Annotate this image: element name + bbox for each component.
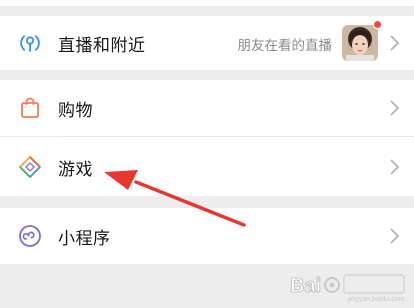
avatar [342, 25, 378, 61]
menu-item-mini-programs[interactable]: 小程序 [0, 208, 414, 264]
menu-label-shopping: 购物 [58, 101, 93, 121]
baidu-jingyan-watermark: Bai jingyan.baidu.com [290, 274, 405, 303]
chevron-right-icon [390, 159, 400, 175]
svg-text:Bai: Bai [290, 275, 321, 297]
section-gap [0, 70, 414, 80]
new-live-badge-dot [373, 20, 382, 29]
section-gap [0, 6, 414, 16]
svg-text:jingyan.baidu.com: jingyan.baidu.com [347, 296, 405, 303]
menu-item-live-nearby[interactable]: 直播和附近 朋友在看的直播 [0, 16, 414, 70]
section-gap [0, 196, 414, 208]
shopping-bag-icon [21, 97, 39, 118]
menu-item-games[interactable]: 游戏 [0, 137, 414, 196]
menu-label-games: 游戏 [58, 160, 93, 180]
mini-program-icon [19, 225, 41, 247]
menu-item-shopping[interactable]: 购物 [0, 80, 414, 136]
chevron-right-icon [390, 100, 400, 116]
games-diamond-icon [19, 156, 41, 178]
menu-label-mini-programs: 小程序 [58, 229, 111, 249]
chevron-right-icon [390, 228, 400, 244]
live-nearby-icon [20, 35, 40, 52]
chevron-right-icon [390, 35, 400, 51]
live-friends-watching-text: 朋友在看的直播 [237, 38, 333, 54]
menu-label-live-nearby: 直播和附近 [58, 36, 146, 56]
